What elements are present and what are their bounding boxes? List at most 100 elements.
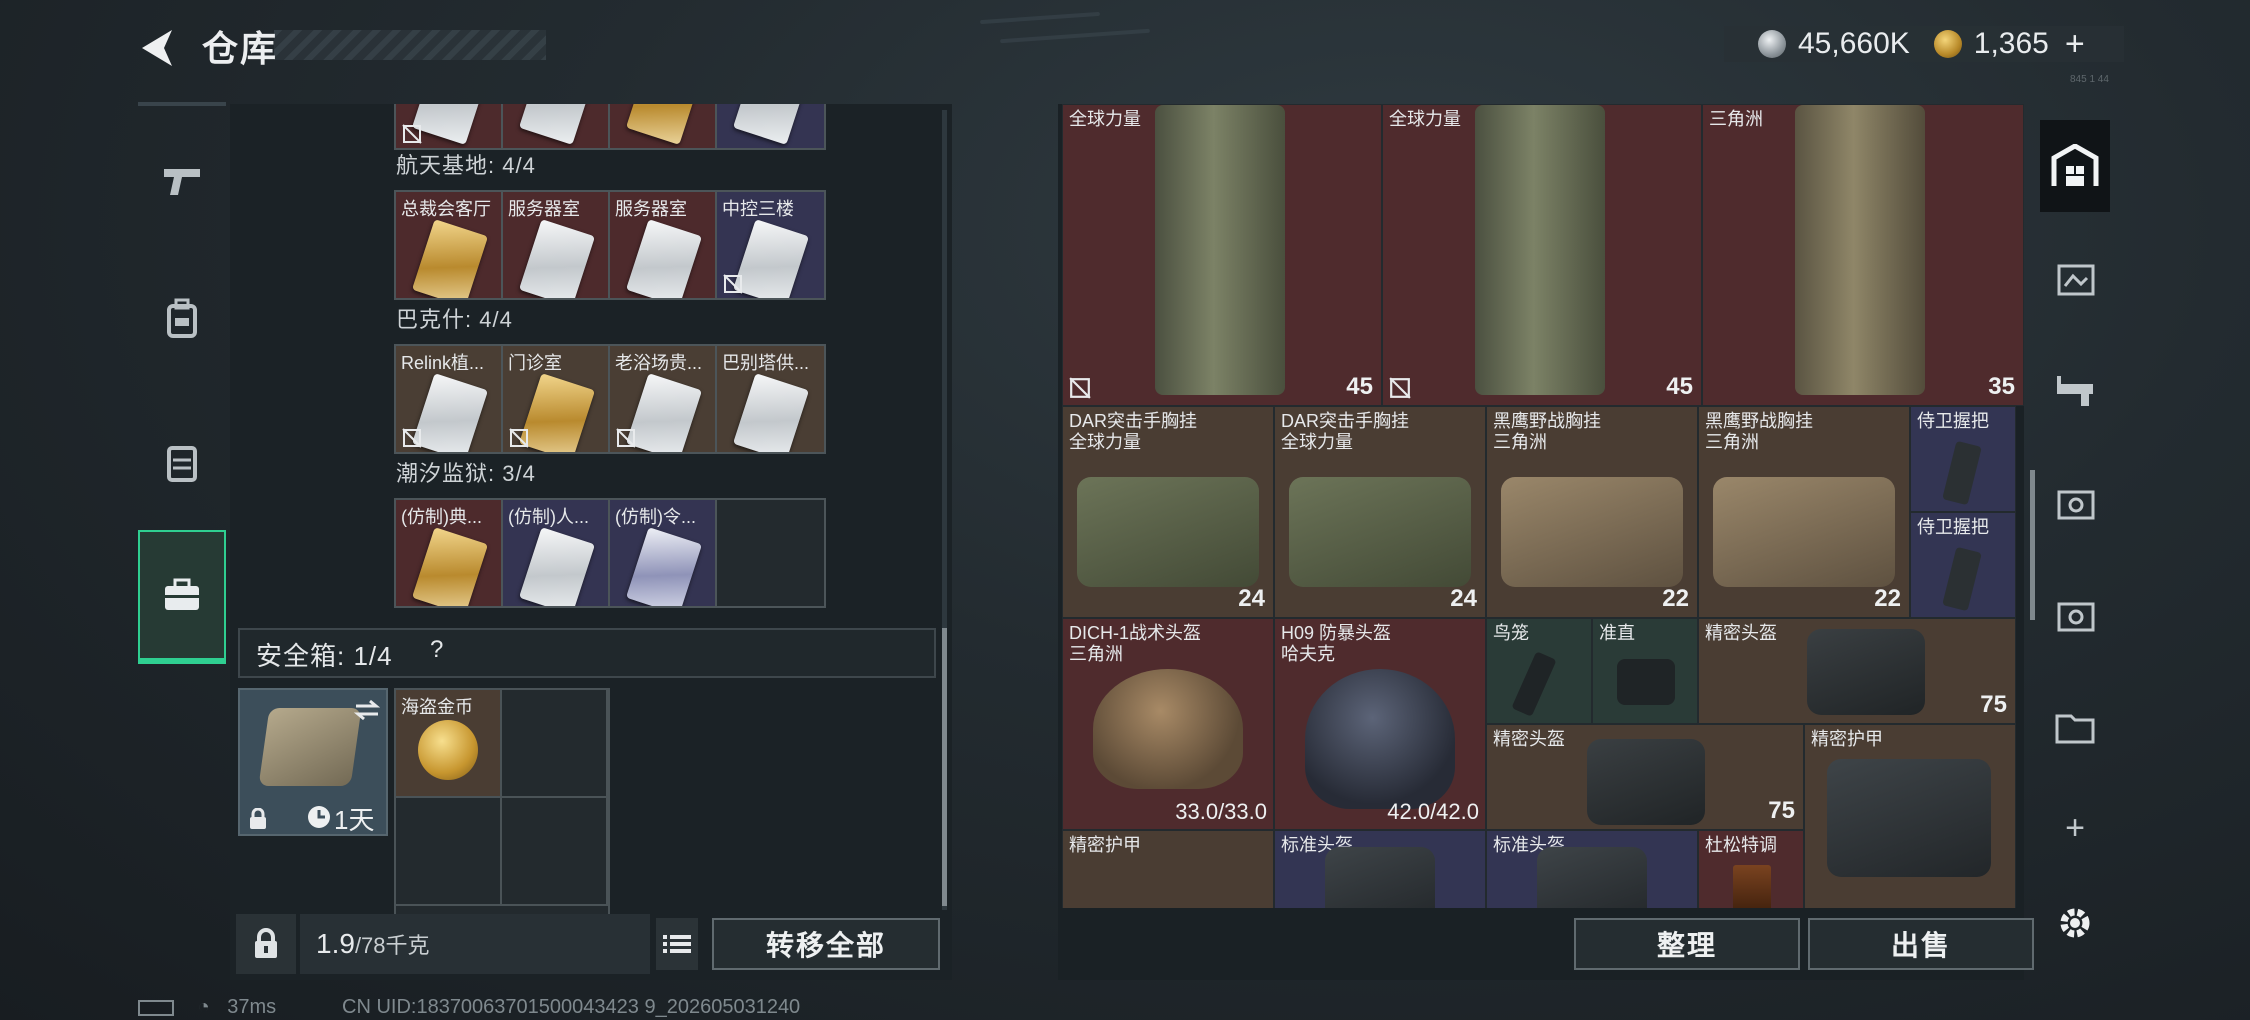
key-name: (仿制)典...	[401, 507, 482, 527]
item-grip[interactable]: 侍卫握把	[1910, 512, 2016, 618]
key-name: 总裁会客厅	[401, 199, 491, 219]
item-precision-helmet[interactable]: 精密头盔 75	[1698, 618, 2016, 724]
safe-slot[interactable]	[396, 798, 502, 906]
key-card-icon	[411, 104, 489, 145]
safe-slot[interactable]	[502, 798, 608, 906]
clock-icon	[308, 806, 330, 828]
item-muzzle[interactable]: 鸟笼	[1486, 618, 1592, 724]
item-chest-rig[interactable]: 黑鹰野战胸挂 三角洲 22	[1698, 406, 1910, 618]
key-card-icon	[625, 219, 703, 298]
item-name: 侍卫握把	[1917, 517, 1989, 537]
key-slot[interactable]: 服务器室	[503, 192, 610, 298]
no-insure-icon	[1069, 377, 1091, 399]
item-scope[interactable]: 准直	[1592, 618, 1698, 724]
tab-weapons[interactable]	[138, 122, 226, 242]
tab-storage-3[interactable]	[2040, 456, 2110, 548]
key-slot[interactable]: 中控三楼	[717, 192, 824, 298]
folder-icon	[2055, 714, 2095, 744]
lock-button[interactable]	[236, 914, 296, 974]
no-insure-icon	[509, 428, 529, 448]
key-slot[interactable]: (仿制)令...	[610, 500, 717, 606]
key-slot[interactable]: (仿制)人...	[503, 500, 610, 606]
key-slot[interactable]: (仿制)典...	[396, 500, 503, 606]
key-name: 门诊室	[508, 353, 562, 373]
item-helmet[interactable]: DICH-1战术头盔 三角洲 33.0/33.0	[1062, 618, 1274, 830]
settings-button[interactable]	[2040, 878, 2110, 968]
key-slot[interactable]: 门诊室	[503, 346, 610, 452]
key-slot[interactable]	[503, 104, 610, 148]
key-slot[interactable]	[610, 104, 717, 148]
item-capacity: 45	[1666, 373, 1693, 400]
item-precision-armor[interactable]: 精密护甲	[1804, 724, 2016, 908]
item-name: 杜松特调	[1705, 835, 1777, 855]
item-capacity: 22	[1874, 585, 1901, 612]
item-capacity: 24	[1450, 585, 1477, 612]
item-standard-helmet[interactable]: 标准头盔	[1486, 830, 1698, 908]
item-tactical-vest[interactable]: 全球力量 45	[1062, 104, 1382, 406]
key-slot[interactable]	[717, 104, 824, 148]
item-capacity: 45	[1346, 373, 1373, 400]
safe-case-slot[interactable]: 1天	[238, 688, 388, 836]
item-tactical-vest[interactable]: 全球力量 45	[1382, 104, 1702, 406]
help-button[interactable]: ?	[430, 636, 443, 664]
tab-storage-2[interactable]	[2040, 344, 2110, 436]
key-card-icon	[732, 219, 810, 298]
key-slot[interactable]	[396, 104, 503, 148]
back-button[interactable]	[136, 26, 180, 70]
key-slot[interactable]: 巴别塔供...	[717, 346, 824, 452]
storage-box-icon	[2057, 264, 2095, 296]
key-grid: Relink植... 门诊室 老浴场贵... 巴别塔供...	[394, 344, 826, 454]
safe-slot[interactable]	[502, 690, 608, 798]
key-slot[interactable]: 服务器室	[610, 192, 717, 298]
warehouse-icon	[2051, 144, 2099, 186]
item-standard-helmet[interactable]: 标准头盔	[1274, 830, 1486, 908]
sell-button[interactable]: 出售	[1808, 918, 2034, 970]
key-slot[interactable]: 总裁会客厅	[396, 192, 503, 298]
chest-rig-icon	[1501, 477, 1683, 587]
key-slot[interactable]: 老浴场贵...	[610, 346, 717, 452]
item-chest-rig[interactable]: DAR突击手胸挂 全球力量 24	[1274, 406, 1486, 618]
key-card-icon	[625, 104, 703, 145]
item-name: 准直	[1599, 623, 1635, 643]
armor-icon	[1827, 759, 1991, 877]
add-currency-button[interactable]: +	[2065, 25, 2085, 64]
add-tab-button[interactable]: +	[2040, 800, 2110, 856]
right-scroll-thumb[interactable]	[2030, 470, 2035, 620]
item-grip[interactable]: 侍卫握把	[1910, 406, 2016, 512]
helmet-case-icon	[1325, 847, 1435, 908]
transfer-all-button[interactable]: 转移全部	[712, 918, 940, 970]
item-chest-rig[interactable]: DAR突击手胸挂 全球力量 24	[1062, 406, 1274, 618]
safe-count: 1/4	[353, 641, 393, 671]
key-slot[interactable]: Relink植...	[396, 346, 503, 452]
item-precision-armor[interactable]: 精密护甲	[1062, 830, 1274, 908]
key-card-icon	[411, 219, 489, 298]
item-name: 精密护甲	[1811, 729, 1883, 749]
backpack-icon	[167, 298, 197, 338]
safe-slot[interactable]: 海盗金币	[396, 690, 502, 798]
tab-storage-1[interactable]	[2040, 232, 2110, 324]
swap-icon[interactable]	[352, 698, 382, 722]
left-scroll-thumb[interactable]	[942, 628, 947, 906]
tab-storage[interactable]	[138, 402, 226, 522]
vest-icon	[1155, 105, 1285, 395]
tab-backpacks[interactable]	[138, 258, 226, 378]
key-name: (仿制)令...	[615, 507, 696, 527]
item-chest-rig[interactable]: 黑鹰野战胸挂 三角洲 22	[1486, 406, 1698, 618]
item-helmet[interactable]: H09 防暴头盔 哈夫克 42.0/42.0	[1274, 618, 1486, 830]
key-group-title: 巴克什: 4/4	[396, 307, 513, 332]
silver-coin-icon	[1758, 30, 1786, 58]
list-view-button[interactable]	[656, 918, 698, 970]
item-tactical-vest[interactable]: 三角洲 35	[1702, 104, 2024, 406]
item-name: 全球力量	[1389, 109, 1461, 129]
tab-storage-4[interactable]	[2040, 568, 2110, 660]
safe-case-icon	[258, 708, 362, 786]
tab-all-storage[interactable]	[2040, 120, 2110, 212]
sort-button[interactable]: 整理	[1574, 918, 1800, 970]
key-slot[interactable]	[717, 500, 824, 606]
item-name: H09 防暴头盔 哈夫克	[1281, 623, 1392, 664]
item-precision-helmet[interactable]: 精密头盔 75	[1486, 724, 1804, 830]
tab-storage-5[interactable]	[2040, 680, 2110, 772]
item-name: DICH-1战术头盔 三角洲	[1069, 623, 1202, 664]
item-drink[interactable]: 杜松特调	[1698, 830, 1804, 908]
tab-keys[interactable]	[138, 530, 226, 664]
